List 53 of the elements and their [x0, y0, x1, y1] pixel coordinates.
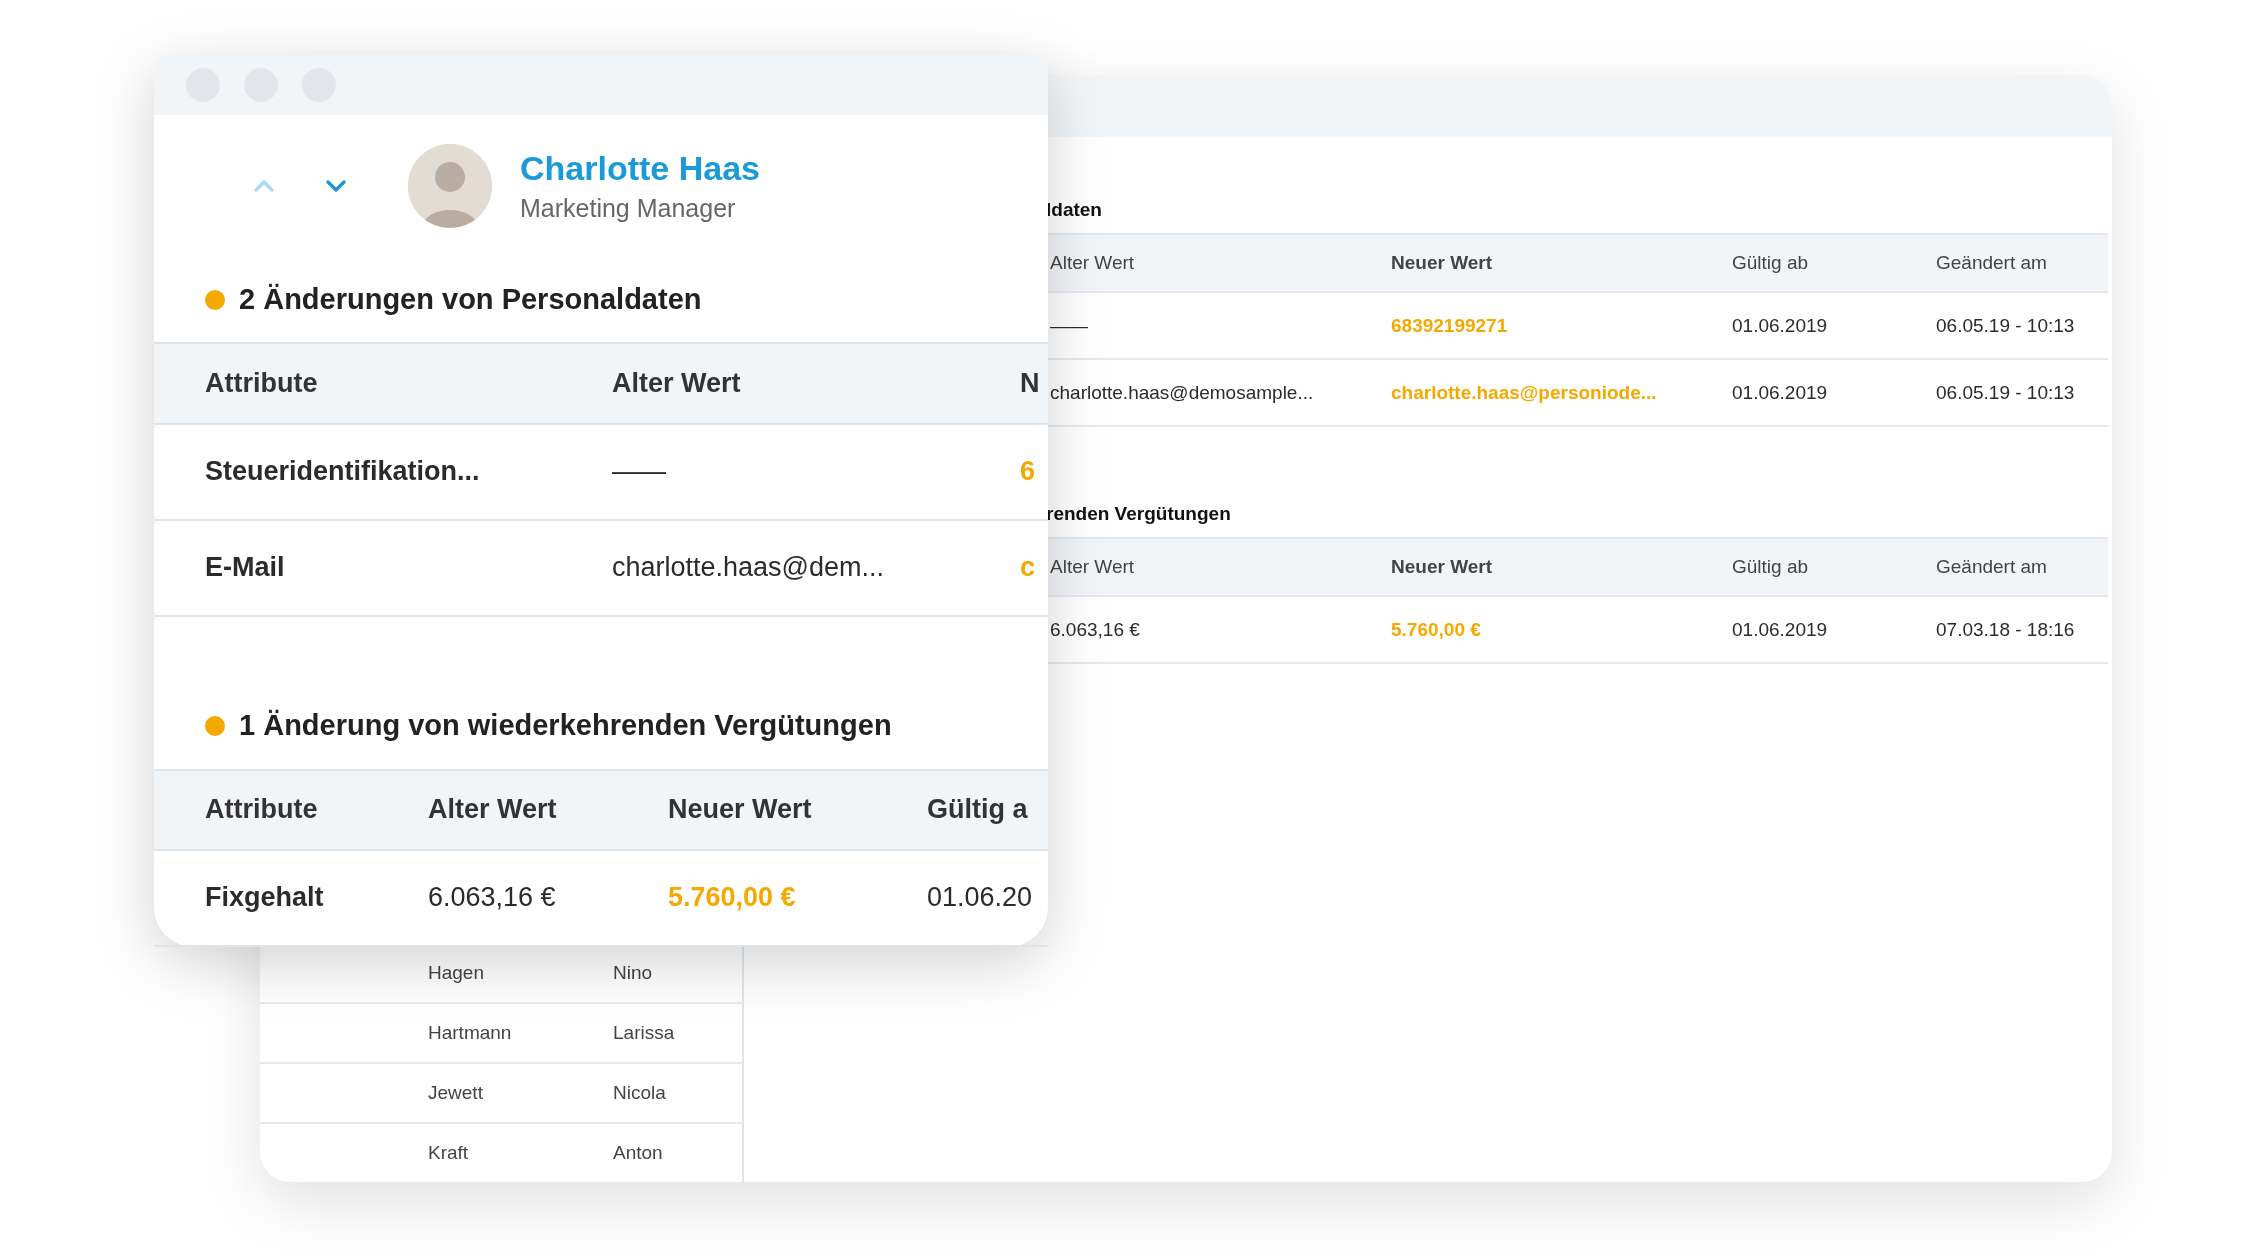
- last-name: Kraft: [428, 1142, 470, 1164]
- column-header: Gültig ab: [1731, 556, 1810, 578]
- section-heading: ldaten: [1046, 199, 1103, 222]
- column-header: Attribute: [205, 794, 319, 826]
- employee-name: Charlotte Haas: [520, 149, 760, 188]
- column-header: Neuer Wert: [1390, 252, 1493, 274]
- table-cell-text: Fixgehalt: [205, 882, 325, 914]
- table-cell-text: 01.06.2019: [1731, 381, 1829, 404]
- column-header: Gültig ab: [1731, 252, 1810, 274]
- last-name: Hartmann: [428, 1022, 513, 1044]
- table-cell-text: E-Mail: [205, 552, 286, 584]
- first-name: Nino: [613, 962, 653, 984]
- table-cell-text: 6.063,16 €: [428, 882, 557, 914]
- section-heading: 1 Änderung von wiederkehrenden Vergütungen: [239, 709, 892, 743]
- table-cell-text: c: [1020, 552, 1037, 584]
- table-cell-text: 5.760,00 €: [668, 882, 797, 914]
- last-name: Hagen: [428, 962, 485, 984]
- status-dot-icon: [205, 715, 225, 736]
- column-header: Gültig a: [927, 794, 1029, 826]
- column-header: Attribute: [205, 367, 319, 399]
- first-name: Nicola: [613, 1082, 666, 1104]
- table-cell-text: 6.063,16 €: [1049, 618, 1141, 641]
- table-cell-text: 07.03.18 - 18:16: [1935, 618, 2076, 641]
- table-cell-text: 01.06.2019: [1731, 314, 1829, 337]
- table-cell-text: 06.05.19 - 10:13: [1935, 314, 2076, 337]
- table-cell-text: Steueridentifikation...: [205, 456, 481, 488]
- table-cell-text: 01.06.2019: [1731, 618, 1829, 641]
- table-cell-text: 01.06.20: [927, 882, 1034, 914]
- table-cell-text: 5.760,00 €: [1390, 618, 1482, 641]
- employee-role: Marketing Manager: [520, 194, 737, 223]
- table-cell-text: ——: [612, 456, 667, 488]
- table-cell-text: 06.05.19 - 10:13: [1935, 381, 2076, 404]
- table-cell-text: 6: [1020, 456, 1037, 488]
- section-heading: renden Vergütungen: [1046, 503, 1232, 526]
- column-header: Geändert am: [1935, 556, 2048, 578]
- last-name: Jewett: [428, 1082, 484, 1104]
- status-dot-icon: [205, 289, 225, 310]
- column-header: Geändert am: [1935, 252, 2048, 274]
- column-header: Alter Wert: [1049, 556, 1136, 578]
- column-header: Alter Wert: [612, 367, 742, 399]
- column-header: N: [1020, 367, 1041, 399]
- column-header: Alter Wert: [1049, 252, 1136, 274]
- table-cell-text: charlotte.haas@personiode...: [1390, 381, 1658, 404]
- table-cell-text: charlotte.haas@demosample...: [1049, 381, 1315, 404]
- first-name: Larissa: [613, 1022, 675, 1044]
- section-heading: 2 Änderungen von Personaldaten: [239, 283, 702, 317]
- table-cell-text: 68392199271: [1390, 314, 1509, 337]
- table-cell-text: charlotte.haas@dem...: [612, 552, 886, 584]
- column-header: Neuer Wert: [668, 794, 813, 826]
- column-header: Alter Wert: [428, 794, 558, 826]
- column-header: Neuer Wert: [1390, 556, 1493, 578]
- first-name: Anton: [613, 1142, 663, 1164]
- table-cell-text: ——: [1049, 314, 1089, 337]
